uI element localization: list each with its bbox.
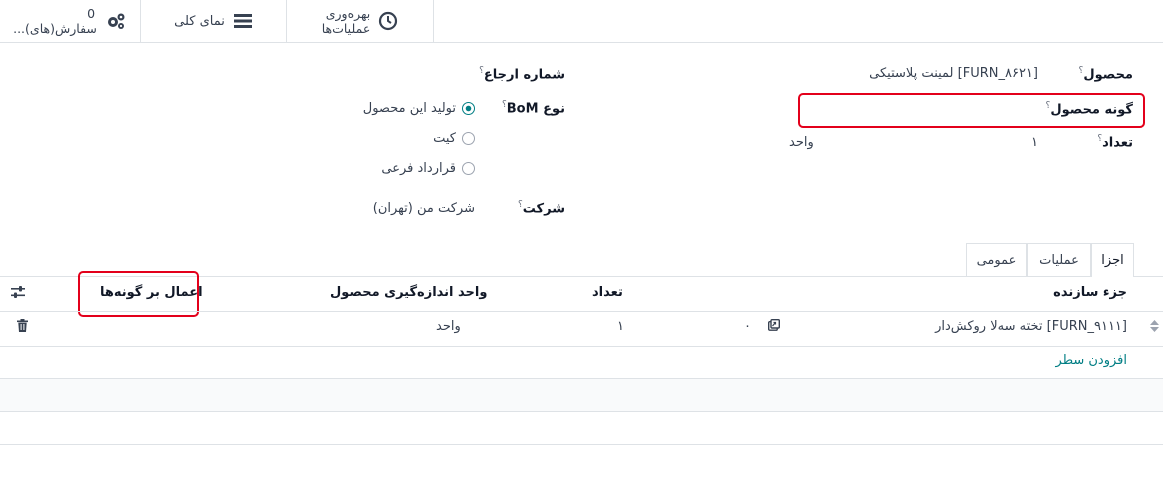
row-quantity[interactable]: ۱ [617, 319, 624, 334]
orders-count: 0 [87, 6, 96, 21]
radio-empty-icon[interactable] [462, 162, 475, 175]
quantity-label: تعداد؟ [1097, 134, 1133, 151]
efficiency-smart-button[interactable]: بهره‌وری عملیات‌ها [287, 0, 434, 42]
gears-icon [105, 11, 127, 31]
row-forecast: ۰ [744, 319, 751, 334]
bom-option-subcontract[interactable]: قرارداد فرعی [381, 161, 475, 176]
tab-components[interactable]: اجزا [1091, 243, 1134, 277]
tabs-baseline-right [1134, 276, 1163, 277]
product-field[interactable]: [FURN_۸۶۲۱] لمینت پلاستیکی [869, 66, 1038, 81]
overview-smart-button[interactable]: نمای کلی [141, 0, 287, 42]
header-component[interactable]: جزء سازنده [1053, 285, 1127, 300]
bom-type-label: نوع BoM؟ [501, 100, 565, 117]
bom-option-kit[interactable]: کیت [433, 131, 475, 146]
row-uom[interactable]: واحد [436, 319, 461, 334]
reference-label: شماره ارجاع؟ [479, 66, 565, 83]
trash-icon[interactable] [17, 319, 28, 336]
efficiency-line2: عملیات‌ها [321, 21, 371, 36]
variant-highlight-box [798, 93, 1145, 128]
orders-smart-button[interactable]: 0 سفارش(های)... [0, 0, 141, 42]
reference-field[interactable] [295, 66, 475, 84]
header-quantity[interactable]: تعداد [592, 285, 623, 300]
bom-option-manufacture[interactable]: تولید این محصول [363, 101, 475, 116]
radio-empty-icon[interactable] [462, 132, 475, 145]
drag-handle-icon[interactable] [1150, 320, 1159, 336]
table-bottom-border [0, 444, 1163, 445]
company-label: شرکت؟ [518, 200, 565, 217]
orders-label: سفارش(های)... [13, 21, 97, 36]
empty-row-divider-2 [0, 411, 1163, 412]
add-line-link[interactable]: افزودن سطر [1056, 353, 1127, 368]
tab-operations[interactable]: عملیات [1027, 243, 1091, 276]
row-component[interactable]: [FURN_۹۱۱۱] تخته سه‌لا روکش‌دار [935, 319, 1127, 334]
smart-button-bar: 0 سفارش(های)... نمای کلی [0, 0, 1163, 43]
row-divider [0, 346, 1163, 347]
tab-general[interactable]: عمومی [966, 243, 1027, 276]
product-label: محصول؟ [1078, 66, 1133, 83]
header-uom[interactable]: واحد اندازه‌گیری محصول [330, 285, 487, 300]
column-settings-icon[interactable] [10, 285, 26, 303]
radio-selected-icon[interactable] [462, 102, 475, 115]
efficiency-line1: بهره‌وری [325, 6, 371, 21]
clock-icon [378, 11, 398, 31]
forecast-report-icon[interactable] [767, 318, 781, 335]
menu-bars-icon [233, 13, 253, 29]
empty-row [0, 379, 1163, 411]
overview-label: نمای کلی [174, 13, 225, 29]
company-field[interactable]: شرکت من (تهران) [373, 201, 475, 216]
quantity-uom-field[interactable]: واحد [789, 135, 814, 150]
quantity-field[interactable]: ۱ [1031, 135, 1038, 150]
